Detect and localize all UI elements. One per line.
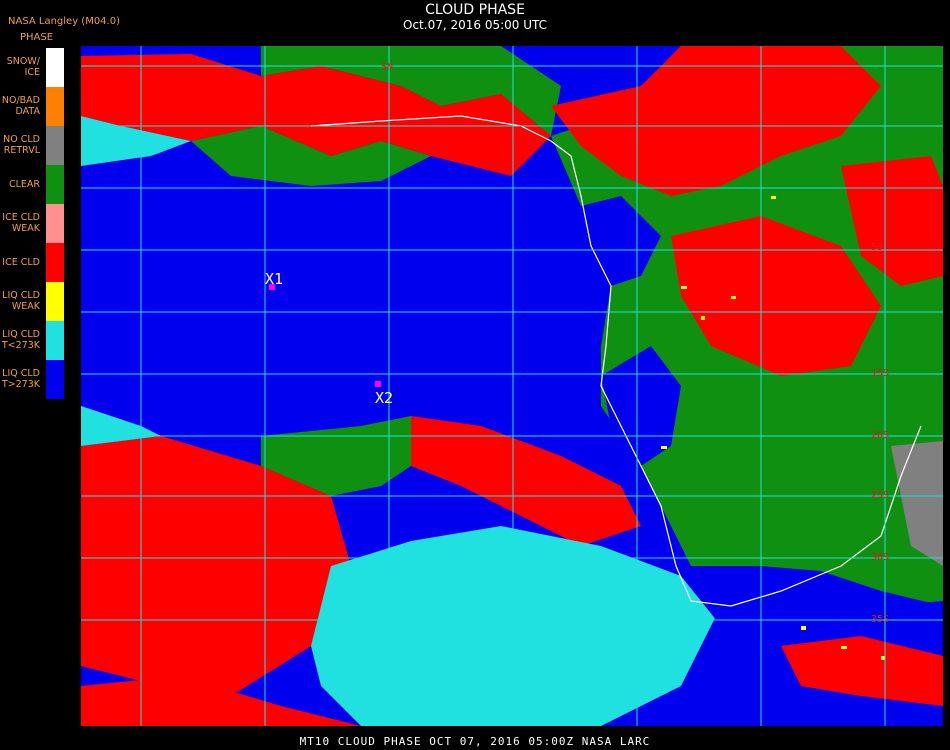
- latitude-label: 5S: [871, 242, 883, 253]
- cloud-phase-map[interactable]: 5N 5S 15S 20S 25S 30S 35S X1 X2: [81, 46, 943, 726]
- legend-swatch: [46, 48, 64, 87]
- marker-x2-label: X2: [375, 389, 393, 407]
- legend-item: LIQ CLD WEAK: [0, 282, 66, 321]
- legend-swatch: [46, 360, 64, 399]
- legend-label: ICE CLD: [2, 257, 40, 268]
- legend-label: LIQ CLD T<273K: [1, 329, 40, 351]
- legend-label: SNOW/ICE: [6, 56, 40, 78]
- legend-label: LIQ CLD T>273K: [1, 368, 40, 390]
- footer-caption: MT10 CLOUD PHASE OCT 07, 2016 05:00Z NAS…: [299, 735, 651, 748]
- legend-swatch: [46, 165, 64, 204]
- legend-item: ICE CLD: [0, 243, 66, 282]
- legend-item: NO/BAD DATA: [0, 87, 66, 126]
- legend-label: NO CLD RETRVL: [3, 134, 40, 156]
- legend-item: ICE CLD WEAK: [0, 204, 66, 243]
- producer-label: NASA Langley (M04.0): [8, 16, 120, 27]
- legend-label: ICE CLD WEAK: [2, 212, 40, 234]
- latitude-label: 30S: [871, 552, 889, 563]
- legend-swatch: [46, 204, 64, 243]
- legend-swatch: [46, 321, 64, 360]
- map-timestamp: Oct.07, 2016 05:00 UTC: [403, 18, 547, 32]
- legend-item: LIQ CLD T>273K: [0, 360, 66, 399]
- legend-label: CLEAR: [8, 179, 40, 190]
- latitude-label: 15S: [871, 368, 889, 379]
- marker-x2-point[interactable]: [375, 381, 381, 387]
- phase-legend: SNOW/ICE NO/BAD DATA NO CLD RETRVL CLEAR ICE C…: [0, 48, 66, 400]
- marker-x1-label: X1: [265, 270, 283, 288]
- legend-swatch: [46, 282, 64, 321]
- legend-label: NO/BAD DATA: [1, 95, 40, 117]
- latitude-label: 5N: [381, 62, 393, 73]
- legend-title: PHASE: [20, 32, 54, 43]
- legend-swatch: [46, 243, 64, 282]
- legend-item: LIQ CLD T<273K: [0, 321, 66, 360]
- legend-swatch: [46, 87, 64, 126]
- legend-item: SNOW/ICE: [0, 48, 66, 87]
- legend-swatch: [46, 126, 64, 165]
- map-title: CLOUD PHASE: [425, 2, 525, 18]
- latitude-label: 35S: [871, 614, 889, 625]
- legend-label: LIQ CLD WEAK: [2, 290, 40, 312]
- latitude-label: 20S: [871, 430, 889, 441]
- latitude-label: 25S: [871, 490, 889, 501]
- legend-item: NO CLD RETRVL: [0, 126, 66, 165]
- legend-item: CLEAR: [0, 165, 66, 204]
